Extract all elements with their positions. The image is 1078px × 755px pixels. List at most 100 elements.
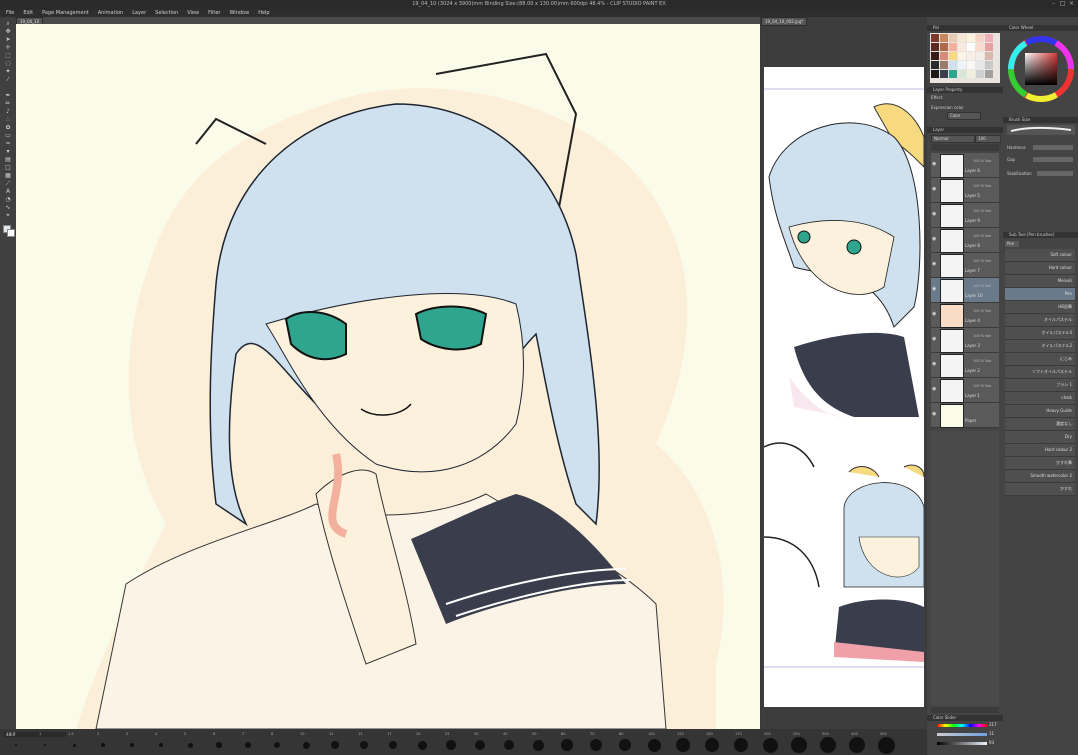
size-preset-dot[interactable] (101, 743, 105, 747)
text-tool-icon[interactable]: A (4, 189, 12, 195)
size-preset-dot[interactable] (705, 738, 719, 752)
brush-item[interactable]: Menuki (1005, 275, 1075, 288)
minimize-icon[interactable]: – (1050, 1, 1057, 7)
brush-item[interactable]: 濃度なし (1005, 418, 1075, 431)
brush-item[interactable]: かすれ筆 (1005, 457, 1075, 470)
brush-item-selected[interactable]: Pen (1005, 288, 1075, 301)
brush-item[interactable]: オイルパステル (1005, 314, 1075, 327)
layer-move-icon[interactable]: ✛ (4, 45, 12, 51)
brush-item[interactable]: ソフトオイルパステル (1005, 366, 1075, 379)
eyedropper-tool-icon[interactable]: ⁄ (4, 77, 12, 83)
layer-row[interactable]: ◉ 100 % Nor Layer 1 (931, 378, 999, 403)
size-preset-dot[interactable] (848, 736, 866, 754)
eye-icon[interactable]: ◉ (932, 412, 937, 417)
size-preset-dot[interactable] (187, 742, 193, 748)
close-icon[interactable]: × (1068, 1, 1075, 7)
expression-color-select[interactable]: Color (947, 112, 981, 120)
decoration-tool-icon[interactable]: ✿ (4, 125, 12, 131)
reference-canvas[interactable] (764, 67, 924, 707)
size-preset-dot[interactable] (475, 740, 485, 750)
menu-layer[interactable]: Layer (132, 10, 146, 16)
size-preset-dot[interactable] (618, 738, 632, 752)
menu-view[interactable]: View (187, 10, 199, 16)
balloon-tool-icon[interactable]: ◔ (4, 197, 12, 203)
layer-row[interactable]: ◉ 100 % Nor Layer 8 (931, 228, 999, 253)
menu-selection[interactable]: Selection (155, 10, 178, 16)
gap-slider[interactable] (1033, 157, 1073, 162)
main-canvas[interactable] (16, 24, 760, 729)
brush-item[interactable]: Hard colour (1005, 262, 1075, 275)
operation-tool-icon[interactable]: ➤ (4, 37, 12, 43)
move-tool-icon[interactable]: ✥ (4, 29, 12, 35)
layer-row[interactable]: ◉ Paper (931, 403, 999, 428)
selection-tool-icon[interactable]: ⬚ (4, 53, 12, 59)
size-preset-dot[interactable] (532, 739, 544, 751)
brush-item[interactable]: Heavy Guide (1005, 405, 1075, 418)
brush-item[interactable]: にじみ (1005, 353, 1075, 366)
eye-icon[interactable]: ◉ (932, 287, 937, 292)
hue-slider[interactable] (937, 724, 987, 727)
size-preset-dot[interactable] (245, 742, 251, 748)
menu-help[interactable]: Help (258, 10, 269, 16)
brush-item[interactable]: Hard colour 2 (1005, 444, 1075, 457)
size-preset-dot[interactable] (647, 738, 661, 752)
layer-row[interactable]: ◉ 100 % Nor Layer 5 (931, 178, 999, 203)
eye-icon[interactable]: ◉ (932, 387, 937, 392)
brush-item[interactable]: かすれ (1005, 483, 1075, 496)
layer-row[interactable]: ◉ 100 % Nor Layer 7 (931, 253, 999, 278)
layer-row[interactable]: ◉ 100 % Nor Layer 3 (931, 328, 999, 353)
blend-mode-select[interactable]: Normal (931, 135, 975, 143)
opacity-field[interactable]: 100 (975, 135, 1001, 143)
size-preset-dot[interactable] (446, 740, 456, 750)
menu-page-management[interactable]: Page Management (42, 10, 89, 16)
zoom-tool-icon[interactable]: ⌕ (4, 21, 12, 27)
figure-tool-icon[interactable]: □ (4, 165, 12, 171)
size-preset-dot[interactable] (15, 744, 17, 746)
size-preset-dot[interactable] (820, 737, 836, 753)
brush-item[interactable]: Smooth watercolor 2 (1005, 470, 1075, 483)
layer-row[interactable]: ◉ 100 % Nor Layer 2 (931, 353, 999, 378)
hardness-selector[interactable] (1033, 145, 1073, 150)
menu-filter[interactable]: Filter (208, 10, 220, 16)
gradient-tool-icon[interactable]: ▤ (4, 157, 12, 163)
tab-canvas-reference[interactable]: 19_04_10_002.jpg* (761, 17, 808, 26)
pen-tool-icon[interactable]: ✒ (4, 93, 12, 99)
size-preset-dot[interactable] (273, 741, 281, 749)
brush-item[interactable]: HB鉛筆 (1005, 301, 1075, 314)
saturation-slider[interactable] (937, 733, 987, 736)
eye-icon[interactable]: ◉ (932, 312, 937, 317)
value-slider[interactable] (937, 742, 987, 745)
size-preset-dot[interactable] (302, 741, 310, 749)
brush-item[interactable]: Soft colour (1005, 249, 1075, 262)
menu-file[interactable]: File (6, 10, 14, 16)
size-preset-dot[interactable] (43, 743, 47, 747)
eye-icon[interactable]: ◉ (932, 187, 937, 192)
size-preset-dot[interactable] (762, 737, 778, 753)
ruler-tool-icon[interactable]: ⟋ (4, 181, 12, 187)
color-palette-grid[interactable] (930, 33, 1000, 83)
maximize-icon[interactable]: □ (1059, 1, 1066, 7)
menu-edit[interactable]: Edit (23, 10, 33, 16)
brush-item[interactable]: chalk (1005, 392, 1075, 405)
size-preset-dot[interactable] (676, 738, 690, 752)
size-preset-dot[interactable] (158, 742, 164, 748)
size-preset-dot[interactable] (417, 740, 427, 750)
layer-row[interactable]: ◉ 100 % Nor Layer 6 (931, 153, 999, 178)
brush-tool-icon[interactable]: ♪ (4, 109, 12, 115)
size-preset-dot[interactable] (72, 743, 76, 747)
size-preset-dot[interactable] (331, 741, 339, 749)
lasso-tool-icon[interactable]: ◌ (4, 61, 12, 67)
sub-color-swatch[interactable] (7, 229, 15, 237)
brush-item[interactable]: オイルパステル2 (1005, 340, 1075, 353)
line-correction-icon[interactable]: ∿ (4, 205, 12, 211)
brush-item[interactable]: Dry (1005, 431, 1075, 444)
correction-tool-icon[interactable]: ⌖ (4, 213, 12, 219)
layer-row[interactable]: ◉ 100 % Nor Layer 9 (931, 203, 999, 228)
eye-icon[interactable]: ◉ (932, 362, 937, 367)
layer-row-selected[interactable]: ◉ 100 % Nor Layer 10 (931, 278, 999, 303)
stabilization-slider[interactable] (1037, 171, 1073, 176)
size-preset-dot[interactable] (877, 736, 895, 754)
frame-tool-icon[interactable]: ▦ (4, 173, 12, 179)
size-preset-dot[interactable] (561, 739, 573, 751)
color-wheel-area[interactable] (1005, 33, 1077, 105)
